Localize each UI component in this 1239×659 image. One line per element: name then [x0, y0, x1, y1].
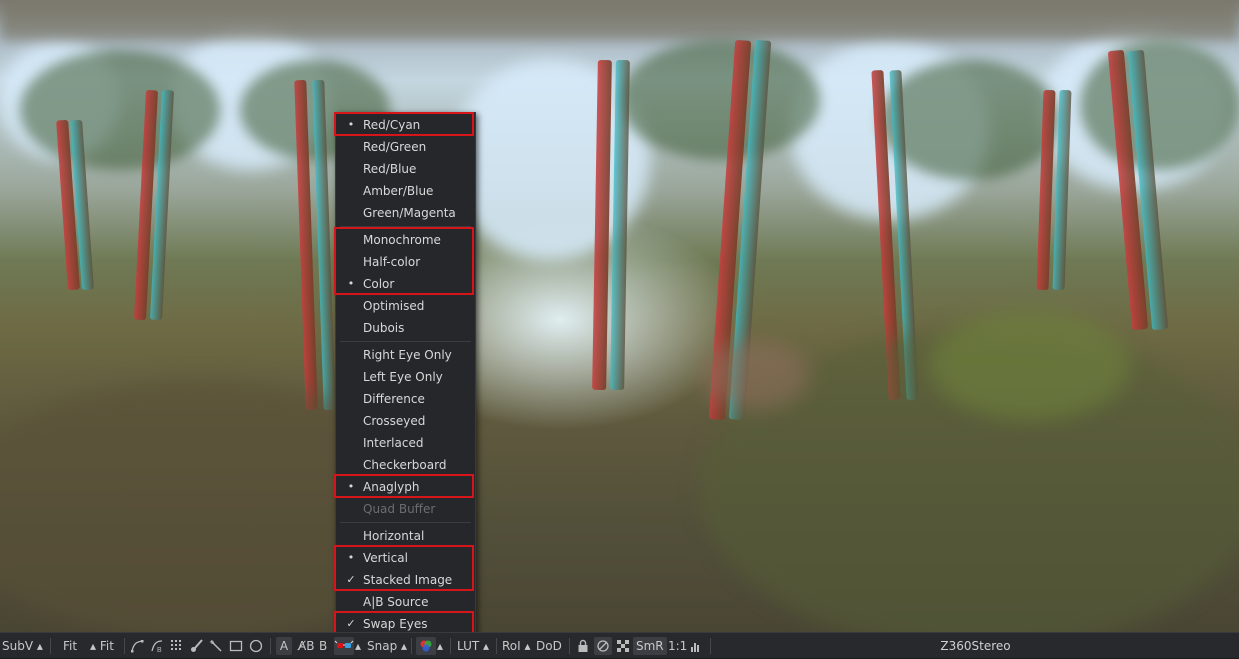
grid-icon[interactable]	[170, 639, 184, 653]
paint-brush-icon[interactable]	[190, 639, 204, 653]
menu-item-amber-blue[interactable]: Amber/Blue	[336, 180, 475, 202]
no-symbol-icon	[597, 640, 609, 652]
bspline-mask-icon[interactable]: B	[150, 639, 164, 653]
fit-dropdown[interactable]: ▴ Fit	[90, 633, 114, 659]
rectangle-mask-icon[interactable]	[229, 639, 243, 653]
histogram-icon[interactable]	[689, 639, 703, 653]
toolbar-separator	[50, 638, 51, 654]
stereo-button[interactable]	[334, 637, 354, 655]
toolbar-separator	[411, 638, 412, 654]
menu-separator	[340, 522, 471, 523]
menu-item-red-blue[interactable]: Red/Blue	[336, 158, 475, 180]
ab-split-button[interactable]: A̸B	[298, 633, 314, 659]
menu-item-ab-source[interactable]: A|B Source	[336, 591, 475, 613]
highlight-box-color-modes	[334, 227, 474, 295]
toolbar-separator	[496, 638, 497, 654]
menu-item-right-eye-only[interactable]: Right Eye Only	[336, 344, 475, 366]
toolbar-separator	[569, 638, 570, 654]
stereo-viewer-image[interactable]	[0, 0, 1239, 632]
highlight-box-vertical-stacked	[334, 545, 474, 591]
polyline-mask-icon[interactable]	[130, 639, 144, 653]
normal-size-button[interactable]: 1:1	[668, 633, 687, 659]
snap-button[interactable]: Snap ▴	[367, 633, 407, 659]
color-channel-dropdown-arrow[interactable]: ▴	[437, 633, 443, 659]
menu-item-green-magenta[interactable]: Green/Magenta	[336, 202, 475, 224]
menu-item-left-eye-only[interactable]: Left Eye Only	[336, 366, 475, 388]
magic-wand-icon[interactable]	[209, 639, 223, 653]
viewer-toolbar: SubV ▴ Fit ▴ Fit B A A̸B B ▴ Snap ▴ ▴ LU…	[0, 632, 1239, 658]
menu-item-horizontal[interactable]: Horizontal	[336, 525, 475, 547]
lock-icon[interactable]	[576, 639, 590, 653]
highlight-box-red-cyan	[334, 112, 474, 136]
b-buffer-button[interactable]: B	[319, 633, 327, 659]
roi-button[interactable]: RoI ▴	[502, 633, 531, 659]
menu-item-crosseyed[interactable]: Crosseyed	[336, 410, 475, 432]
subview-button[interactable]: SubV ▴	[2, 633, 43, 659]
menu-item-dubois[interactable]: Dubois	[336, 317, 475, 339]
stereo-glasses-icon	[334, 640, 354, 648]
fit-button[interactable]: Fit	[63, 633, 77, 659]
highlight-box-anaglyph	[334, 474, 474, 498]
toolbar-separator	[124, 638, 125, 654]
toolbar-separator	[450, 638, 451, 654]
a-buffer-button[interactable]: A	[276, 637, 292, 655]
smooth-resize-button[interactable]: SmR	[633, 637, 667, 655]
color-channel-button[interactable]	[416, 637, 436, 655]
color-wheel-icon	[420, 640, 432, 652]
lut-button[interactable]: LUT ▴	[457, 633, 489, 659]
no-update-button[interactable]	[594, 637, 612, 655]
ellipse-mask-icon[interactable]	[249, 639, 263, 653]
stereo-dropdown-arrow[interactable]: ▴	[355, 633, 361, 659]
menu-item-interlaced[interactable]: Interlaced	[336, 432, 475, 454]
checker-underlay-icon[interactable]	[616, 639, 630, 653]
toolbar-separator	[710, 638, 711, 654]
menu-item-optimised[interactable]: Optimised	[336, 295, 475, 317]
menu-item-checkerboard[interactable]: Checkerboard	[336, 454, 475, 476]
svg-text:B: B	[157, 647, 162, 653]
menu-item-red-green[interactable]: Red/Green	[336, 136, 475, 158]
view-node-name: Z360Stereo	[940, 639, 1011, 653]
dod-button[interactable]: DoD	[536, 633, 562, 659]
toolbar-separator	[270, 638, 271, 654]
menu-item-difference[interactable]: Difference	[336, 388, 475, 410]
menu-item-quad-buffer: Quad Buffer	[363, 502, 436, 516]
menu-separator	[340, 341, 471, 342]
